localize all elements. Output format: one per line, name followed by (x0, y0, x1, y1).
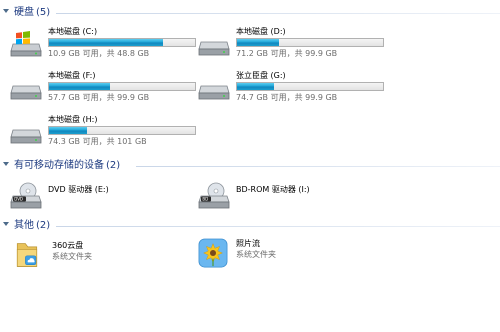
section-divider (56, 13, 500, 14)
hard-drive-icon (10, 129, 42, 144)
collapse-arrow-icon[interactable] (3, 9, 9, 13)
section-title: 有可移动存储的设备 (14, 160, 104, 171)
drive-d[interactable]: 本地磁盘 (D:) 71.2 GB 可用，共 99.9 GB (198, 26, 388, 66)
drive-free-space: 57.7 GB 可用，共 99.9 GB (48, 93, 150, 102)
bd-rom-drive[interactable]: BD BD-ROM 驱动器 (I:) (198, 178, 388, 218)
capacity-bar-fill (49, 39, 163, 46)
hard-drive-icon (198, 41, 230, 56)
drive-name: 本地磁盘 (D:) (236, 27, 286, 36)
collapse-arrow-icon[interactable] (3, 222, 9, 226)
capacity-bar-fill (237, 39, 280, 46)
capacity-bar-fill (49, 127, 87, 134)
hard-drive-icon (10, 85, 42, 100)
section-header-hard-disks[interactable]: 硬盘 (5) (0, 6, 500, 20)
section-divider (56, 226, 500, 227)
drive-name: 张立臣盘 (G:) (236, 71, 286, 80)
folder-photo-stream[interactable]: 照片流 系统文件夹 (198, 238, 388, 278)
dvd-drive[interactable]: DVD DVD 驱动器 (E:) (10, 178, 200, 218)
capacity-bar (48, 82, 196, 91)
folder-type: 系统文件夹 (236, 250, 276, 259)
svg-text:DVD: DVD (14, 197, 23, 202)
dvd-drive-icon: DVD (10, 182, 42, 209)
drive-c[interactable]: 本地磁盘 (C:) 10.9 GB 可用，共 48.8 GB (10, 26, 200, 66)
drive-f[interactable]: 本地磁盘 (F:) 57.7 GB 可用，共 99.9 GB (10, 70, 200, 110)
capacity-bar-fill (49, 83, 111, 90)
capacity-bar-fill (237, 83, 274, 90)
capacity-bar (236, 38, 384, 47)
drive-g[interactable]: 张立臣盘 (G:) 74.7 GB 可用，共 99.9 GB (198, 70, 388, 110)
section-header-removable[interactable]: 有可移动存储的设备 (2) (0, 159, 500, 173)
section-count: (2) (106, 160, 121, 171)
drive-h[interactable]: 本地磁盘 (H:) 74.3 GB 可用，共 101 GB (10, 114, 200, 154)
drive-name: 本地磁盘 (F:) (48, 71, 96, 80)
drive-name: DVD 驱动器 (E:) (48, 185, 109, 194)
collapse-arrow-icon[interactable] (3, 162, 9, 166)
bd-rom-drive-icon: BD (198, 182, 230, 209)
photo-stream-icon (198, 238, 228, 268)
drive-name: 本地磁盘 (C:) (48, 27, 98, 36)
cloud-folder-icon (16, 243, 38, 267)
section-header-other[interactable]: 其他 (2) (0, 219, 500, 233)
folder-name: 照片流 (236, 239, 260, 248)
section-count: (5) (36, 7, 51, 18)
capacity-bar (236, 82, 384, 91)
drive-name: 本地磁盘 (H:) (48, 115, 98, 124)
drive-name: BD-ROM 驱动器 (I:) (236, 185, 310, 194)
section-title: 硬盘 (14, 7, 34, 18)
windows-drive-icon (10, 31, 42, 57)
capacity-bar (48, 126, 196, 135)
drive-free-space: 74.3 GB 可用，共 101 GB (48, 137, 147, 146)
hard-drive-icon (198, 85, 230, 100)
drive-free-space: 10.9 GB 可用，共 48.8 GB (48, 49, 150, 58)
section-title: 其他 (14, 220, 34, 231)
svg-text:BD: BD (202, 197, 208, 202)
drive-free-space: 71.2 GB 可用，共 99.9 GB (236, 49, 338, 58)
folder-name: 360云盘 (52, 241, 84, 250)
folder-360-cloud[interactable]: 360云盘 系统文件夹 (14, 240, 204, 280)
section-divider (136, 166, 500, 167)
drive-free-space: 74.7 GB 可用，共 99.9 GB (236, 93, 338, 102)
capacity-bar (48, 38, 196, 47)
folder-type: 系统文件夹 (52, 252, 92, 261)
section-count: (2) (36, 220, 51, 231)
